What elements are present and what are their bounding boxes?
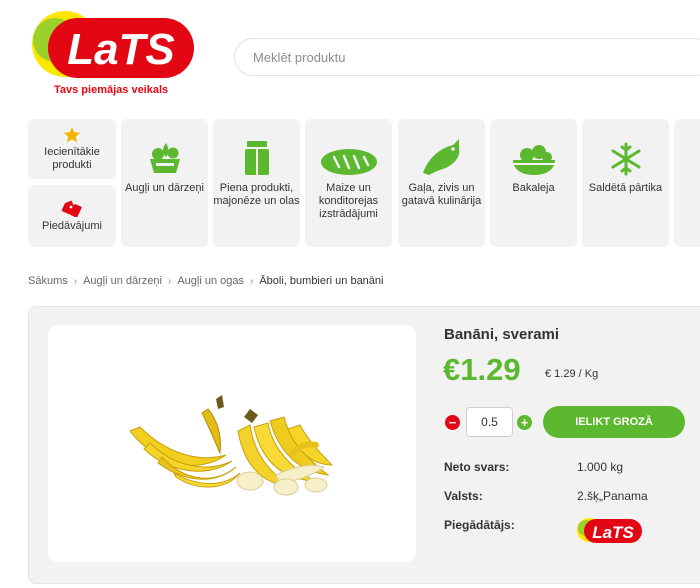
search-input[interactable] <box>235 39 700 75</box>
quantity-input[interactable] <box>466 407 513 437</box>
snowflake-icon <box>610 133 642 177</box>
breadcrumb: Sākums › Augļi un dārzeņi › Augļi un oga… <box>28 275 383 287</box>
logo-text: LaTS <box>67 25 175 74</box>
country-value: 2.šķ„Panama <box>577 489 648 503</box>
category-bakery[interactable]: Maize un konditorejas izstrādājumi <box>305 119 392 247</box>
category-offers[interactable]: Piedāvājumi <box>28 185 116 247</box>
fish-icon <box>419 133 465 177</box>
category-label: Saldētā pārtika <box>588 182 663 194</box>
category-label: Gaļa, zivis un gatavā kulinārija <box>401 182 482 207</box>
breadcrumb-fruits-berries[interactable]: Augļi un ogas <box>177 275 244 287</box>
product-title: Banāni, sverami <box>444 326 560 343</box>
category-fruits-vegetables[interactable]: Augļi un dārzeņi <box>121 119 208 247</box>
breadcrumb-home[interactable]: Sākums <box>28 275 68 287</box>
add-to-cart-button[interactable]: IELIKT GROZĀ <box>543 406 685 438</box>
price-tag-icon <box>60 199 84 217</box>
category-label: Maize un konditorejas izstrādājumi <box>318 182 379 220</box>
category-more[interactable] <box>674 119 700 247</box>
category-label: Iecienītākie produkti <box>44 146 100 171</box>
increase-quantity-button[interactable]: + <box>517 415 532 430</box>
category-dairy[interactable]: Piena produkti, majonēze un olas <box>213 119 300 247</box>
category-favorites[interactable]: Iecienītākie produkti <box>28 119 116 179</box>
breadcrumb-fruits-vegetables[interactable]: Augļi un dārzeņi <box>83 275 162 287</box>
banana-image <box>129 395 334 496</box>
milk-carton-icon <box>242 133 272 177</box>
category-label: Piena produkti, majonēze un olas <box>213 182 300 207</box>
supplier-logo: LaTS <box>576 513 644 547</box>
chevron-right-icon: › <box>167 275 172 287</box>
chevron-right-icon: › <box>250 275 254 287</box>
lats-logo-graphic: LaTS <box>32 11 194 78</box>
decrease-quantity-button[interactable]: − <box>445 415 460 430</box>
star-icon <box>63 126 81 143</box>
vegetables-icon <box>146 133 184 177</box>
category-frozen[interactable]: Saldētā pārtika <box>582 119 669 247</box>
supplier-logo-text: LaTS <box>592 523 634 542</box>
chevron-right-icon: › <box>73 275 78 287</box>
net-weight-label: Neto svars: <box>444 460 510 474</box>
category-grocery[interactable]: Bakaleja <box>490 119 577 247</box>
unit-price: € 1.29 / Kg <box>545 368 599 380</box>
site-logo[interactable]: LaTS Tavs piemājas veikals <box>28 8 198 100</box>
breadcrumb-current: Āboli, bumbieri un banāni <box>259 275 384 287</box>
bread-icon <box>320 133 378 177</box>
net-weight-value: 1.000 kg <box>577 460 624 474</box>
category-meat-fish[interactable]: Gaļa, zivis un gatavā kulinārija <box>398 119 485 247</box>
category-label: Bakaleja <box>512 182 555 194</box>
product-price: €1.29 <box>443 352 521 387</box>
logo-tagline: Tavs piemājas veikals <box>54 84 169 96</box>
country-label: Valsts: <box>444 489 483 503</box>
search-bar[interactable] <box>234 38 700 76</box>
supplier-label: Piegādātājs: <box>444 518 515 532</box>
grocery-bowl-icon <box>511 133 557 177</box>
product-image <box>48 325 416 562</box>
category-label: Piedāvājumi <box>42 220 102 232</box>
category-label: Augļi un dārzeņi <box>125 182 204 194</box>
